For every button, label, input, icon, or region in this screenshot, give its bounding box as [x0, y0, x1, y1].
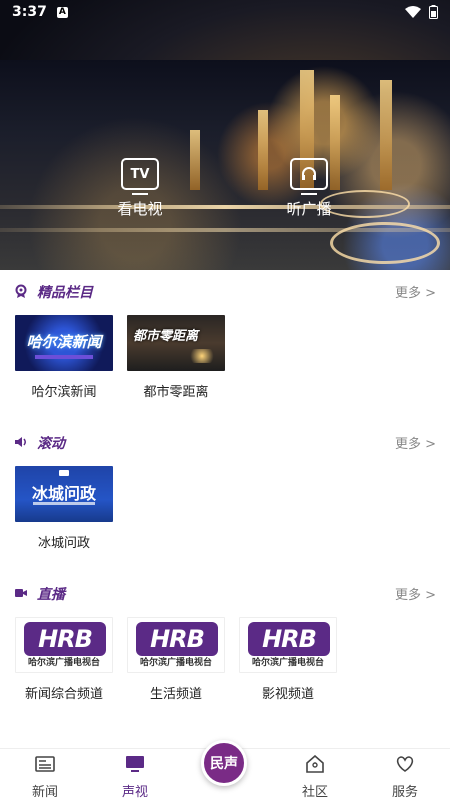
- heart-icon: [396, 756, 414, 772]
- watch-tv-button[interactable]: TV 看电视: [95, 158, 185, 219]
- nav-news-label: 新闻: [31, 785, 58, 800]
- tile-label: 影视频道: [261, 687, 314, 702]
- listen-radio-label: 听广播: [286, 200, 332, 218]
- hrb-logo: HRB: [248, 622, 330, 656]
- station-name: 哈尔滨广播电视台: [251, 658, 324, 668]
- thumb-subline: [33, 502, 95, 505]
- live-more-link[interactable]: 更多 >: [395, 584, 436, 603]
- nav-news[interactable]: 新闻: [15, 755, 75, 800]
- voice-of-people-button[interactable]: 民声: [201, 740, 247, 786]
- hrb-logo: HRB: [24, 622, 106, 656]
- tile-label: 新闻综合频道: [24, 687, 103, 702]
- tv-icon: TV: [121, 158, 159, 195]
- tile-label: 哈尔滨新闻: [31, 385, 97, 400]
- tile-ice-city-politics[interactable]: 冰城问政 冰城问政: [15, 466, 113, 551]
- city-zero-distance-thumb-text: 都市零距离: [133, 329, 199, 344]
- home-icon: [306, 754, 324, 773]
- tile-label: 冰城问政: [37, 536, 90, 551]
- ice-city-thumb-text: 冰城问政: [31, 484, 96, 503]
- monitor-icon: [126, 756, 144, 772]
- featured-section: 精品栏目 更多 > 哈尔滨新闻 哈尔滨新闻 都市零距离 都市零距离: [0, 280, 450, 400]
- hero-banner: 3:37 A TV 看电视 听广播: [0, 0, 450, 270]
- wifi-icon: [405, 6, 421, 18]
- thumb-glow: [187, 349, 217, 363]
- nav-audio-video[interactable]: 声视: [105, 755, 165, 800]
- channel-logo: [59, 470, 69, 476]
- ice-city-politics-thumb: 冰城问政: [15, 466, 113, 522]
- tile-harbin-news[interactable]: 哈尔滨新闻 哈尔滨新闻: [15, 315, 113, 400]
- rolling-section: 滚动 更多 > 冰城问政 冰城问政: [0, 431, 450, 551]
- award-icon: [15, 284, 27, 298]
- live-tiles: HRB 哈尔滨广播电视台 新闻综合频道 HRB 哈尔滨广播电视台 生活频道 HR…: [0, 617, 450, 707]
- live-title: 直播: [37, 587, 65, 603]
- station-name: 哈尔滨广播电视台: [139, 658, 212, 668]
- tile-label: 都市零距离: [143, 385, 209, 400]
- featured-title: 精品栏目: [37, 285, 93, 301]
- nav-service[interactable]: 服务: [375, 755, 435, 800]
- harbin-news-thumb: 哈尔滨新闻: [15, 315, 113, 371]
- hrb-thumb: HRB 哈尔滨广播电视台: [239, 617, 337, 673]
- video-camera-icon: [15, 589, 27, 597]
- nav-service-label: 服务: [391, 785, 418, 800]
- station-name: 哈尔滨广播电视台: [27, 658, 100, 668]
- rolling-more-link[interactable]: 更多 >: [395, 433, 436, 452]
- status-bar: 3:37 A: [0, 0, 450, 24]
- notification-icon: A: [56, 6, 68, 18]
- speaker-icon: [15, 437, 26, 447]
- rolling-header: 滚动 更多 >: [0, 431, 450, 455]
- nav-audio-video-label: 声视: [121, 785, 148, 800]
- tile-label: 生活频道: [149, 687, 202, 702]
- radio-icon: [290, 158, 328, 195]
- city-zero-distance-thumb: 都市零距离: [127, 315, 225, 371]
- featured-header: 精品栏目 更多 >: [0, 280, 450, 304]
- tile-movie-channel[interactable]: HRB 哈尔滨广播电视台 影视频道: [239, 617, 337, 702]
- hrb-thumb: HRB 哈尔滨广播电视台: [15, 617, 113, 673]
- featured-more-link[interactable]: 更多 >: [395, 282, 436, 301]
- bottom-nav: 新闻 声视 民声 社区 服务: [0, 740, 450, 800]
- thumb-bar: [35, 355, 93, 359]
- live-header: 直播 更多 >: [0, 582, 450, 606]
- roundabout-ring: [330, 222, 440, 264]
- rolling-title: 滚动: [37, 436, 65, 452]
- tower-5: [380, 80, 392, 190]
- live-section: 直播 更多 > HRB 哈尔滨广播电视台 新闻综合频道 HRB 哈尔滨广播电视台…: [0, 582, 450, 702]
- hrb-logo: HRB: [136, 622, 218, 656]
- battery-icon: [429, 5, 438, 19]
- newspaper-icon: [35, 756, 55, 772]
- tile-news-channel[interactable]: HRB 哈尔滨广播电视台 新闻综合频道: [15, 617, 113, 702]
- listen-radio-button[interactable]: 听广播: [264, 158, 354, 219]
- hrb-thumb: HRB 哈尔滨广播电视台: [127, 617, 225, 673]
- watch-tv-label: 看电视: [117, 200, 163, 218]
- harbin-news-thumb-text: 哈尔滨新闻: [26, 333, 102, 351]
- nav-community-label: 社区: [301, 785, 328, 800]
- rolling-tiles: 冰城问政 冰城问政: [0, 466, 450, 556]
- nav-community[interactable]: 社区: [285, 754, 345, 800]
- tower-1: [190, 130, 200, 190]
- tile-city-zero-distance[interactable]: 都市零距离 都市零距离: [127, 315, 225, 400]
- status-time: 3:37: [12, 4, 47, 20]
- featured-tiles: 哈尔滨新闻 哈尔滨新闻 都市零距离 都市零距离: [0, 315, 450, 405]
- tile-life-channel[interactable]: HRB 哈尔滨广播电视台 生活频道: [127, 617, 225, 702]
